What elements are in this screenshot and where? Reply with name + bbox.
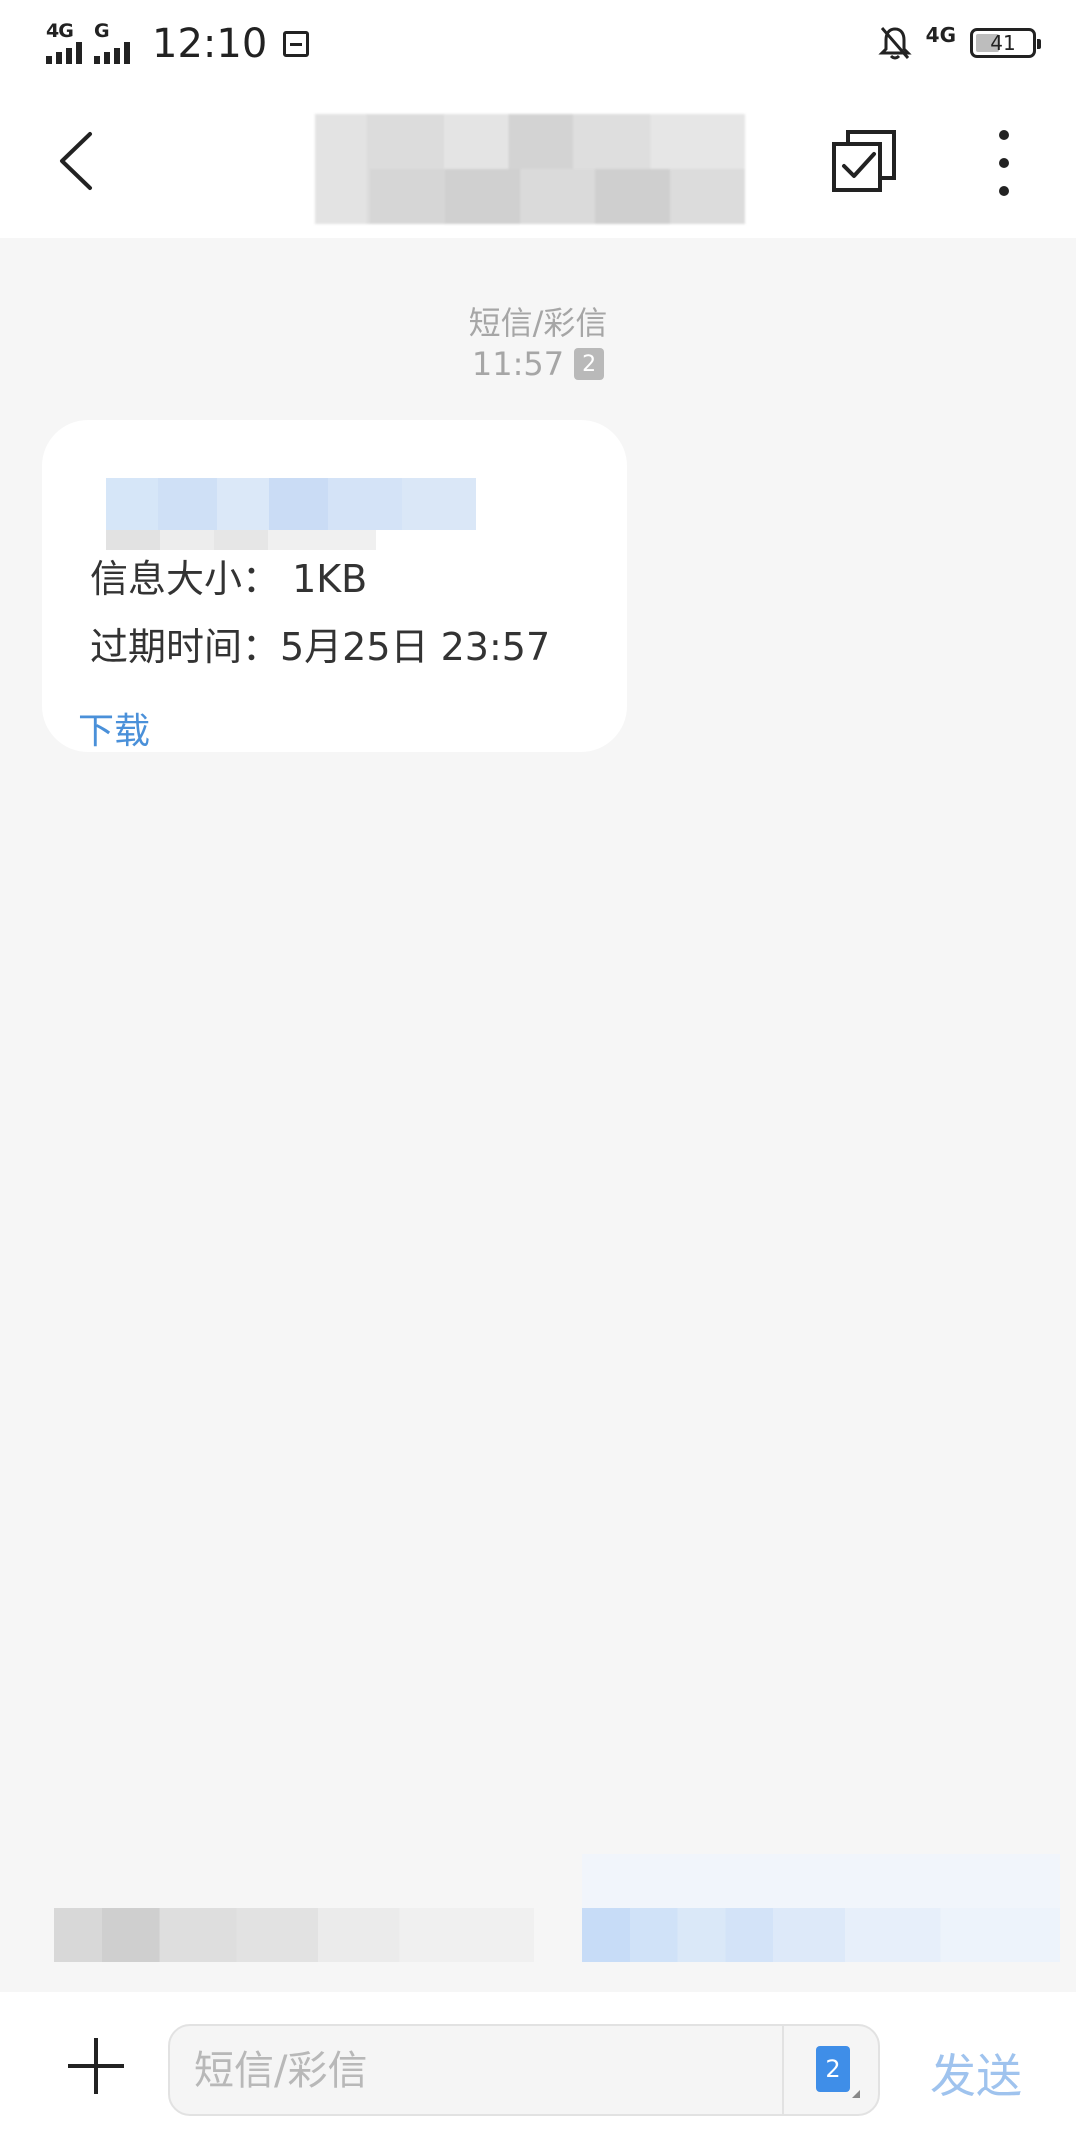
silent-bell-icon — [878, 27, 912, 60]
message-timestamp: 11:57 2 — [0, 345, 1076, 383]
message-size: 信息大小： 1KB — [90, 557, 368, 601]
quick-reply-redacted — [0, 1852, 1076, 1992]
status-left: 4G G 12:10 — [46, 14, 310, 74]
battery-level-text: 41 — [990, 31, 1016, 55]
send-button[interactable]: 发送 — [930, 2040, 1022, 2106]
status-clock: 12:10 — [152, 21, 268, 67]
sim-select-button[interactable]: 2 — [816, 2046, 860, 2098]
sim1-network-label: 4G — [46, 20, 74, 42]
more-options-button[interactable] — [984, 130, 1024, 196]
status-bar: 4G G 12:10 4G 41 — [0, 0, 1076, 86]
back-button[interactable] — [46, 126, 106, 196]
add-attachment-button[interactable] — [66, 2036, 126, 2096]
message-input[interactable] — [192, 2026, 716, 2116]
battery-icon: 41 — [970, 28, 1041, 58]
message-expiry: 过期时间：5月25日 23:57 — [90, 625, 551, 669]
multi-select-button[interactable] — [830, 128, 898, 196]
contact-name-redacted — [315, 104, 805, 234]
message-type-label: 短信/彩信 — [468, 304, 608, 342]
conversation-header — [0, 86, 1076, 238]
screenshot-notification-icon — [283, 31, 310, 57]
status-right: 4G 41 — [878, 18, 1041, 68]
compose-bar: 2 发送 — [0, 1992, 1076, 2148]
mms-notification-bubble[interactable]: 信息大小： 1KB 过期时间：5月25日 23:57 下载 — [42, 420, 627, 752]
more-vertical-icon — [999, 130, 1009, 140]
sim2-signal-icon: G — [94, 22, 136, 66]
sim-badge: 2 — [574, 348, 605, 380]
sim-divider — [782, 2026, 784, 2114]
message-time: 11:57 — [471, 345, 565, 383]
sim2-network-label: G — [94, 20, 110, 42]
download-link[interactable]: 下载 — [78, 702, 150, 754]
compose-field: 2 — [168, 2024, 880, 2116]
message-subject-redacted — [42, 420, 627, 550]
sim1-signal-icon: 4G — [46, 22, 88, 66]
right-network-label: 4G — [925, 23, 956, 47]
